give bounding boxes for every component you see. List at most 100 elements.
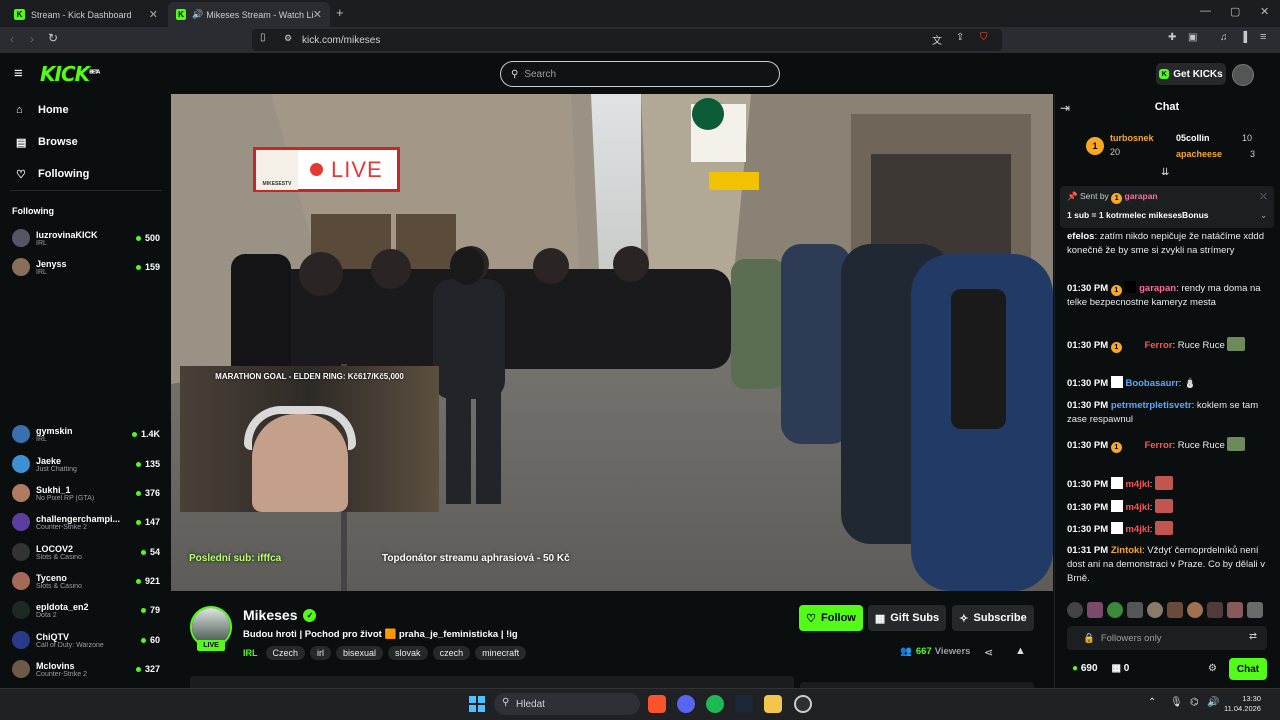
leader-name[interactable]: 05collin <box>1176 133 1210 143</box>
taskbar-clock[interactable]: 13:30 11.04.2026 <box>1224 694 1261 714</box>
followed-channel[interactable]: gymskin IRL 1.4K <box>12 421 160 447</box>
follow-button[interactable]: ♡ Follow <box>799 605 863 631</box>
followed-channel[interactable]: Mclovins Counter-Strike 2 327 <box>12 656 160 682</box>
followed-channel[interactable]: Tyceno Slots & Casino 921 <box>12 568 160 594</box>
badge-icon <box>1124 281 1137 293</box>
gift-subs-button[interactable]: ▦ Gift Subs <box>868 605 946 631</box>
browser-tab-dashboard[interactable]: K Stream - Kick Dashboard ✕ <box>6 2 166 27</box>
network-icon[interactable]: ⌬ <box>1190 697 1199 708</box>
nav-home[interactable]: ⌂ Home <box>16 100 69 120</box>
volume-icon[interactable]: 🔊 <box>1207 697 1219 708</box>
chat-username[interactable]: m4jkl <box>1125 502 1149 513</box>
followed-channel[interactable]: epldota_en2 Dota 2 79 <box>12 597 160 623</box>
expand-leaderboard-icon[interactable]: ⇊ <box>1161 167 1169 178</box>
channel-avatar <box>12 258 30 276</box>
streamer-name[interactable]: Mikeses ✓ <box>243 607 317 623</box>
emote-icon <box>1155 521 1174 535</box>
obs-icon[interactable] <box>794 695 812 713</box>
nav-following[interactable]: ♡ Following <box>16 164 89 184</box>
file-explorer-icon[interactable] <box>764 695 782 713</box>
chat-username[interactable]: Zintoki <box>1111 545 1142 556</box>
followed-channel[interactable]: Sukhi_1 No Pixel RP (GTA) 376 <box>12 480 160 506</box>
tag-chip[interactable]: czech <box>432 646 471 660</box>
subscribe-button[interactable]: ✧ Subscribe <box>952 605 1034 631</box>
stream-category-link[interactable]: IRL <box>243 648 258 658</box>
followed-channel[interactable]: ChiQTV Call of Duty: Warzone 60 <box>12 627 160 653</box>
chat-username[interactable]: Boobasaurr <box>1125 378 1178 389</box>
chat-username[interactable]: garapan <box>1139 283 1176 294</box>
chat-settings-gear-icon[interactable]: ⚙ <box>1208 663 1217 674</box>
brave-browser-icon[interactable] <box>648 695 666 713</box>
emote-picker-icon[interactable]: ⇄ <box>1249 631 1257 642</box>
chat-username[interactable]: m4jkl <box>1125 479 1149 490</box>
reload-icon[interactable]: ↻ <box>48 31 58 45</box>
chat-username[interactable]: Ferror <box>1144 440 1172 451</box>
leader-name[interactable]: apacheese <box>1176 149 1222 159</box>
share-icon[interactable]: ⋖ <box>984 646 993 659</box>
followed-channel[interactable]: Jenyss IRL 159 <box>12 254 160 280</box>
user-avatar[interactable] <box>1232 64 1254 86</box>
followed-channel[interactable]: luzrovinaKICK IRL 500 <box>12 225 160 251</box>
media-icon[interactable]: ♫ <box>1220 32 1228 43</box>
extensions-icon[interactable]: ✚ <box>1168 32 1176 43</box>
channel-avatar <box>12 572 30 590</box>
chat-input[interactable]: 🔒 Followers only ⇄ <box>1067 626 1267 650</box>
address-bar[interactable]: ▯ ⚙ kick.com/mikeses 文 ⇪ ⛉ <box>252 29 1002 51</box>
followed-channel[interactable]: challengerchampi... Counter-Strike 2 147 <box>12 509 160 535</box>
leader-name[interactable]: turbosnek <box>1110 133 1154 143</box>
microphone-icon[interactable]: 🎙 <box>1170 697 1183 708</box>
channel-avatar <box>12 631 30 649</box>
close-tab-icon[interactable]: ✕ <box>149 8 158 21</box>
get-kicks-button[interactable]: K Get KICKs <box>1156 63 1226 85</box>
tag-chip[interactable]: minecraft <box>475 646 527 660</box>
rank-badge-icon: 1 <box>1086 137 1104 155</box>
report-icon[interactable]: ▲ <box>1015 645 1026 657</box>
menu-icon[interactable]: ≡ <box>1260 31 1266 43</box>
back-icon[interactable]: ‹ <box>10 32 14 46</box>
chat-username[interactable]: m4jkl <box>1125 524 1149 535</box>
taskbar-search[interactable]: ⚲ Hledat <box>494 693 640 715</box>
unpin-icon[interactable]: ⤫ <box>1260 191 1267 202</box>
kick-logo[interactable]: KICKBETA <box>40 62 100 86</box>
logo-beta: BETA <box>89 69 100 76</box>
chat-username[interactable]: efelos <box>1067 231 1094 242</box>
tag-chip[interactable]: irl <box>310 646 332 660</box>
share-icon[interactable]: ⇪ <box>956 32 964 43</box>
wallet-icon[interactable]: ▣ <box>1188 32 1197 43</box>
nav-browse[interactable]: ▤ Browse <box>16 132 78 152</box>
followed-channel[interactable]: Jaeke Just Chatting 135 <box>12 451 160 477</box>
site-info-icon[interactable]: ⚙ <box>284 33 292 44</box>
search-input[interactable]: ⚲ Search <box>500 61 780 87</box>
maximize-icon[interactable]: ▢ <box>1230 5 1240 18</box>
followed-channel[interactable]: LOCOV2 Slots & Casino 54 <box>12 539 160 565</box>
new-tab-icon[interactable]: + <box>336 5 344 20</box>
steam-icon[interactable] <box>735 695 753 713</box>
minimize-icon[interactable]: — <box>1200 5 1211 17</box>
brave-shield-icon[interactable]: ⛉ <box>980 32 988 43</box>
recent-chatters-row <box>1067 602 1267 618</box>
kicks-balance[interactable]: ● 690 <box>1072 663 1098 674</box>
close-window-icon[interactable]: ✕ <box>1260 5 1269 18</box>
close-tab-icon[interactable]: ✕ <box>313 8 322 21</box>
forward-icon[interactable]: › <box>30 32 34 46</box>
hamburger-menu-icon[interactable]: ≡ <box>14 65 23 82</box>
spotify-icon[interactable] <box>706 695 724 713</box>
bookmark-icon[interactable]: ▯ <box>260 32 266 43</box>
get-kicks-label: Get KICKs <box>1173 68 1223 80</box>
tag-chip[interactable]: Czech <box>265 646 306 660</box>
chevron-down-icon[interactable]: ⌄ <box>1260 210 1267 221</box>
pinned-user[interactable]: garapan <box>1125 191 1158 201</box>
sidebar-toggle-icon[interactable]: ▐ <box>1240 32 1247 43</box>
chat-send-button[interactable]: Chat <box>1229 658 1267 680</box>
rewards-balance[interactable]: ▦ 0 <box>1112 663 1130 674</box>
chat-username[interactable]: Ferror <box>1144 340 1172 351</box>
discord-icon[interactable] <box>677 695 695 713</box>
translate-icon[interactable]: 文 <box>932 32 942 47</box>
channel-viewers: 147 <box>136 517 160 527</box>
chat-username[interactable]: petrmetrpletisvetr <box>1111 400 1192 411</box>
tray-chevron-up-icon[interactable]: ⌃ <box>1148 697 1156 708</box>
tag-chip[interactable]: bisexual <box>336 646 384 660</box>
browser-tab-stream[interactable]: K 🔊 Mikeses Stream - Watch Live ✕ <box>168 2 330 27</box>
windows-start-icon[interactable] <box>469 696 485 712</box>
tag-chip[interactable]: slovak <box>388 646 428 660</box>
